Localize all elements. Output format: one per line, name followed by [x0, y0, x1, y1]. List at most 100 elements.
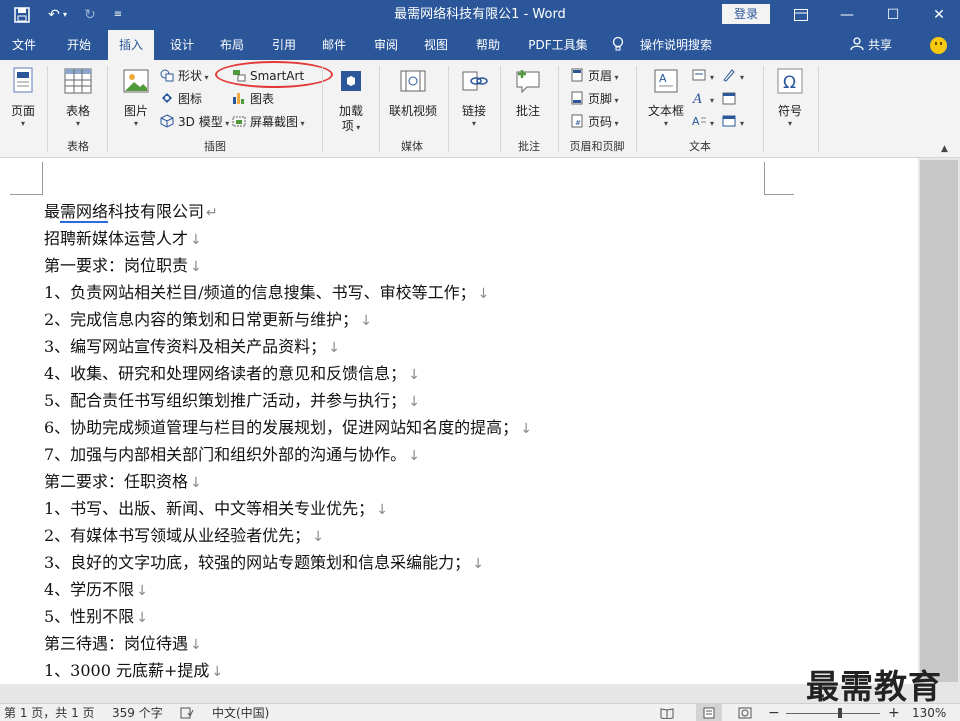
signature-line-button[interactable]: ▾: [722, 66, 744, 86]
object-button[interactable]: ▾: [722, 112, 744, 132]
zoom-slider[interactable]: [786, 713, 880, 714]
group-separator: [47, 66, 48, 152]
login-button[interactable]: 登录: [722, 4, 770, 24]
date-time-button[interactable]: [722, 89, 740, 109]
svg-text:Ω: Ω: [783, 73, 796, 93]
close-icon[interactable]: ✕: [916, 0, 960, 30]
doc-line-text: 1、3000 元底薪+提成: [44, 661, 210, 680]
line-break-mark: ↓: [520, 421, 532, 437]
tab-pdf-tools[interactable]: PDF工具集: [520, 30, 596, 60]
symbol-button[interactable]: Ω 符号 ▾: [772, 66, 808, 128]
tab-references[interactable]: 引用: [262, 30, 306, 60]
quick-parts-button[interactable]: ▾: [692, 66, 714, 86]
comment-button[interactable]: 批注: [508, 66, 548, 119]
share-person-icon[interactable]: [850, 30, 864, 60]
tab-file[interactable]: 文件: [0, 30, 48, 60]
page-number-button[interactable]: # 页码 ▾: [570, 112, 619, 132]
line-break-mark: ↓: [190, 475, 202, 491]
tab-help[interactable]: 帮助: [466, 30, 510, 60]
pictures-label: 图片: [123, 104, 148, 118]
doc-line-text: 5、配合责任书写组织策划推广活动，并参与执行；: [44, 391, 407, 410]
web-layout-icon[interactable]: [738, 704, 752, 721]
wordart-button[interactable]: A ▾: [692, 89, 714, 109]
doc-line: 4、收集、研究和处理网络读者的意见和反馈信息； ↓: [44, 360, 532, 387]
doc-line-text: 3、编写网站宣传资料及相关产品资料；: [44, 337, 327, 356]
addins-button[interactable]: 加载 项 ▾: [330, 66, 372, 135]
doc-line: 第一要求：岗位职责 ↓: [44, 252, 532, 279]
shapes-icon: [160, 69, 174, 82]
calendar-icon: [722, 92, 736, 105]
doc-line: 2、有媒体书写领域从业经验者优先； ↓: [44, 522, 532, 549]
watermark-logo: 最需教育: [806, 667, 942, 706]
chevron-down-icon: ▾: [202, 73, 209, 82]
tab-design[interactable]: 设计: [160, 30, 204, 60]
wordart-icon: A: [692, 92, 702, 105]
svg-text:A: A: [692, 92, 702, 105]
print-layout-icon[interactable]: [696, 704, 722, 721]
shapes-button[interactable]: 形状 ▾: [160, 66, 209, 86]
minimize-icon[interactable]: —: [824, 0, 870, 30]
pages-button[interactable]: 页面 ▾: [4, 66, 42, 128]
pictures-button[interactable]: 图片 ▾: [116, 66, 156, 128]
group-separator: [322, 66, 323, 152]
document-body[interactable]: 最需网络科技有限公司 ↵ 招聘新媒体运营人才 ↓ 第一要求：岗位职责 ↓ 1、负责网站…: [44, 198, 532, 684]
chevron-down-icon: ▾: [710, 73, 715, 82]
icons-button[interactable]: 图标: [160, 89, 202, 109]
chart-button[interactable]: 图表: [232, 89, 274, 109]
ribbon-display-options-icon[interactable]: [778, 0, 824, 30]
maximize-icon[interactable]: ☐: [870, 0, 916, 30]
undo-dropdown-icon[interactable]: ▾: [58, 0, 72, 30]
doc-line-text: 3、良好的文字功底，较强的网站专题策划和信息采编能力；: [44, 553, 471, 572]
link-button[interactable]: 链接 ▾: [456, 66, 492, 128]
customize-toolbar-icon[interactable]: ≡: [104, 0, 132, 30]
doc-line-text: 1、书写、出版、新闻、中文等相关专业优先；: [44, 499, 375, 518]
footer-label: 页脚: [588, 92, 613, 106]
header-button[interactable]: 页眉 ▾: [570, 66, 619, 86]
vertical-scrollbar[interactable]: [918, 158, 960, 684]
chevron-down-icon: ▾: [710, 96, 715, 105]
chevron-down-icon: ▾: [353, 123, 361, 132]
crop-mark: [10, 194, 43, 195]
proofing-icon[interactable]: [180, 704, 194, 721]
drop-cap-button[interactable]: A ▾: [692, 112, 714, 132]
footer-button[interactable]: 页脚 ▾: [570, 89, 619, 109]
tab-mailings[interactable]: 邮件: [312, 30, 356, 60]
language-indicator[interactable]: 中文(中国): [212, 704, 269, 721]
collapse-ribbon-icon[interactable]: ▲: [941, 144, 948, 154]
tab-home[interactable]: 开始: [56, 30, 102, 60]
online-video-button[interactable]: 联机视频: [384, 66, 442, 119]
screenshot-button[interactable]: 屏幕截图 ▾: [232, 112, 305, 132]
redo-icon[interactable]: ↻: [76, 0, 104, 30]
tab-insert[interactable]: 插入: [108, 30, 154, 60]
feedback-smiley-icon[interactable]: [930, 37, 947, 54]
doc-line: 5、配合责任书写组织策划推广活动，并参与执行； ↓: [44, 387, 532, 414]
save-icon[interactable]: [8, 0, 36, 30]
zoom-out-icon[interactable]: −: [768, 704, 780, 721]
table-button[interactable]: 表格 ▾: [58, 66, 98, 128]
3d-models-button[interactable]: 3D 模型 ▾: [160, 112, 229, 132]
share-button[interactable]: 共享: [868, 30, 892, 60]
textbox-button[interactable]: A 文本框 ▾: [644, 66, 688, 128]
spellcheck-underline: 需网络: [60, 202, 109, 223]
group-separator: [558, 66, 559, 152]
word-count[interactable]: 359 个字: [112, 704, 163, 721]
tab-view[interactable]: 视图: [414, 30, 458, 60]
page-count[interactable]: 第 1 页，共 1 页: [4, 704, 95, 721]
chevron-down-icon: ▾: [663, 119, 668, 128]
read-mode-icon[interactable]: [660, 704, 674, 721]
document-page[interactable]: 最需网络科技有限公司 ↵ 招聘新媒体运营人才 ↓ 第一要求：岗位职责 ↓ 1、负责网站…: [0, 158, 918, 684]
chevron-down-icon: ▾: [133, 119, 138, 128]
line-break-mark: ↓: [360, 313, 372, 329]
scrollbar-thumb[interactable]: [920, 160, 958, 682]
line-break-mark: ↓: [211, 664, 224, 680]
lightbulb-icon: [612, 30, 624, 60]
tab-review[interactable]: 审阅: [364, 30, 408, 60]
omega-icon: Ω: [777, 68, 803, 94]
tab-layout[interactable]: 布局: [210, 30, 254, 60]
zoom-slider-thumb[interactable]: [838, 708, 842, 718]
screenshot-icon: [232, 116, 246, 127]
tell-me-search[interactable]: 操作说明搜索: [640, 30, 712, 60]
doc-line: 第三待遇：岗位待遇 ↓: [44, 630, 532, 657]
cube-icon: [160, 114, 174, 128]
crop-mark: [42, 162, 43, 194]
